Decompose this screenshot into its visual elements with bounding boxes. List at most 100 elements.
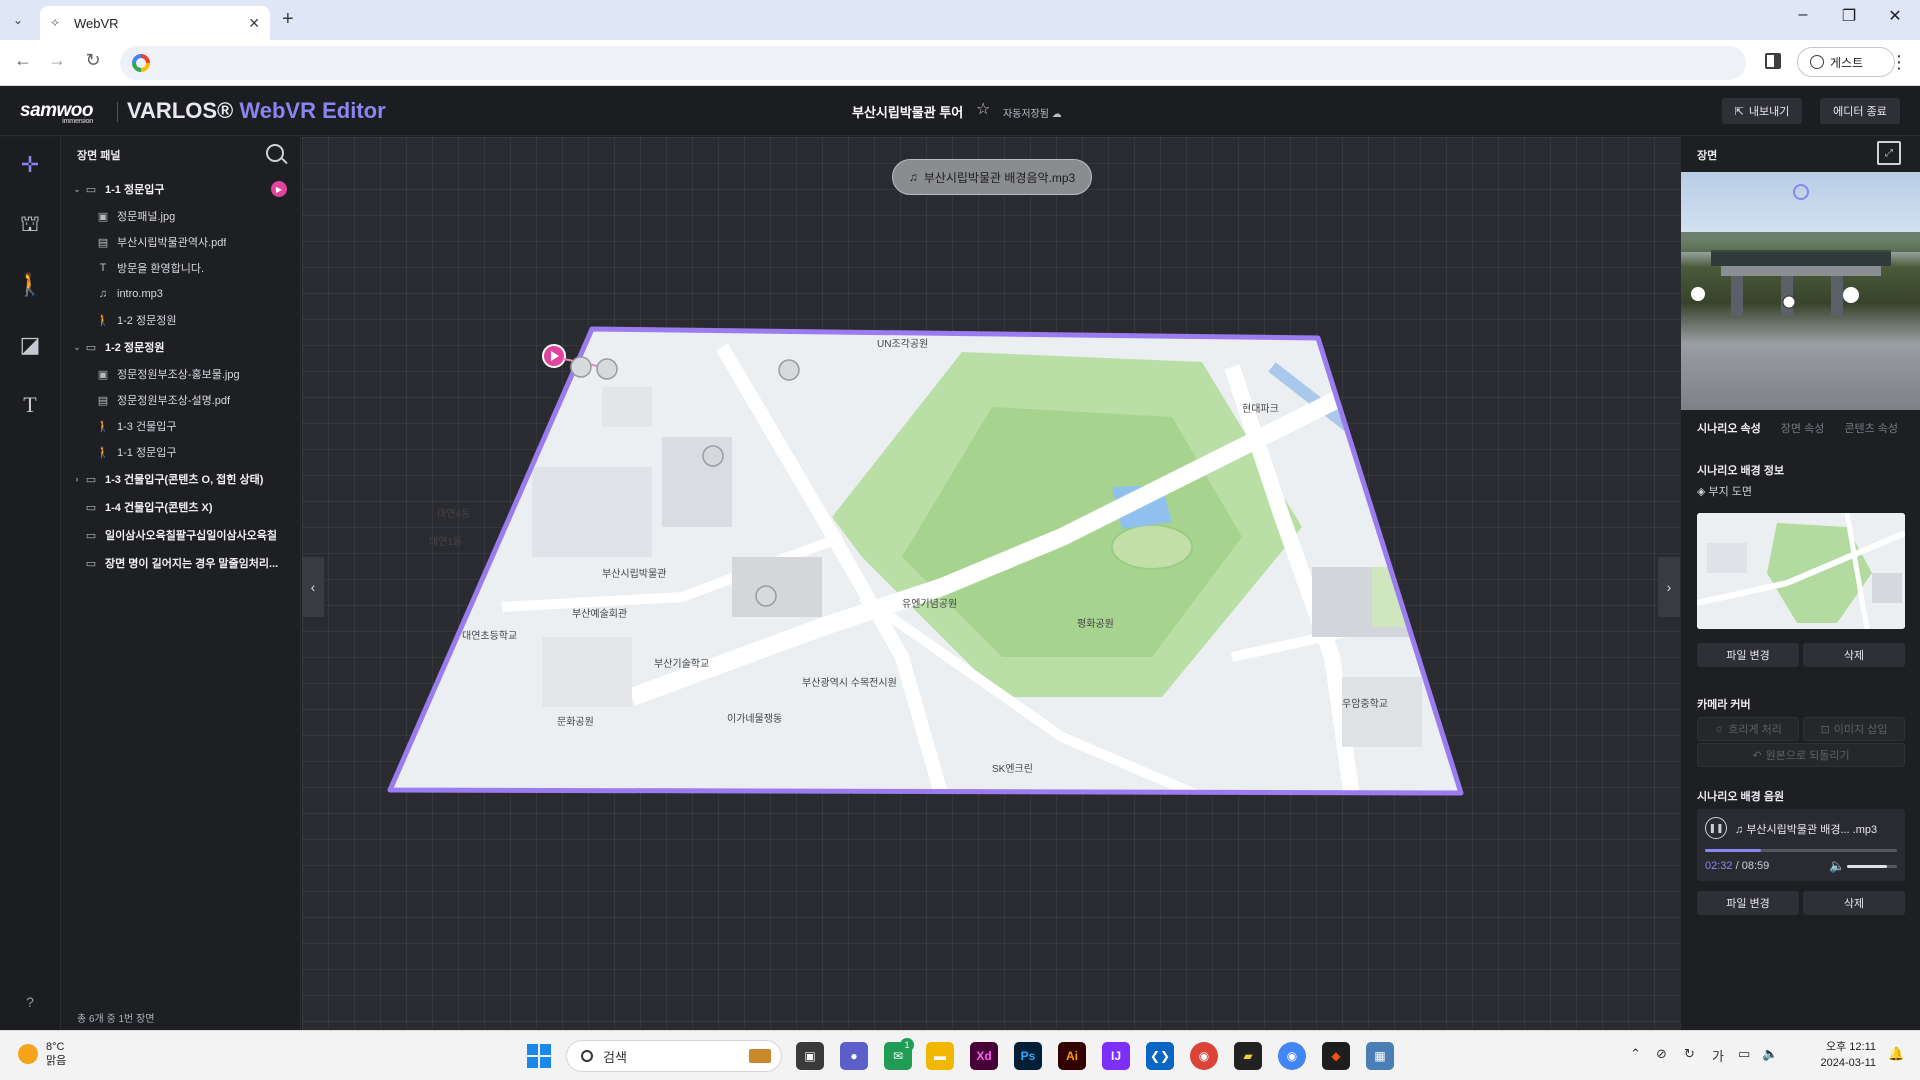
- chevron-icon[interactable]: ⌄: [71, 184, 83, 195]
- tab-search-dropdown[interactable]: ⌄: [6, 8, 30, 32]
- help-icon[interactable]: ?: [20, 994, 40, 1014]
- tab-close-icon[interactable]: ✕: [248, 15, 260, 32]
- scene-node[interactable]: [702, 445, 724, 467]
- hotspot-image-icon[interactable]: [1691, 287, 1705, 301]
- jetbrains-icon[interactable]: IJ: [1102, 1042, 1130, 1070]
- scene-node[interactable]: [778, 359, 800, 381]
- taskbar-search[interactable]: 검색: [566, 1040, 782, 1072]
- site-map-thumbnail[interactable]: [1697, 513, 1905, 629]
- content-row[interactable]: ▤ 정문정원부조상-설명.pdf: [61, 387, 301, 413]
- content-row[interactable]: 🚶 1-1 정문입구: [61, 439, 301, 465]
- forward-icon[interactable]: →: [44, 50, 70, 71]
- content-row[interactable]: ▣ 정문패널.jpg: [61, 203, 301, 229]
- scene-row[interactable]: ▭ 일이삼사오육칠팔구십일이삼사오육칠: [61, 521, 301, 549]
- teams-icon[interactable]: ●: [840, 1042, 868, 1070]
- star-icon[interactable]: ☆: [976, 99, 990, 119]
- note-tool-icon[interactable]: ◪: [10, 325, 50, 365]
- search-icon[interactable]: [266, 144, 284, 162]
- delete-map-button[interactable]: 삭제: [1803, 643, 1905, 667]
- scene-row[interactable]: › ▭ 1-3 건물입구(콘텐츠 O, 접힌 상태): [61, 465, 301, 493]
- notification-bell-icon[interactable]: 🔔: [1888, 1046, 1904, 1062]
- scene-row[interactable]: ⌄ ▭ 1-2 정문정원: [61, 333, 301, 361]
- site-map-plane[interactable]: 대연4동 대연1동 부산시립박물관 유엔기념공원 UN조각공원 평화공원 부산광…: [302, 137, 1680, 1030]
- sticky-notes-icon[interactable]: ▰: [1234, 1042, 1262, 1070]
- volume-icon[interactable]: 🔈: [1829, 858, 1845, 874]
- hotspot-audio-icon[interactable]: [1793, 184, 1809, 200]
- fullscreen-icon[interactable]: ⤢: [1877, 141, 1901, 165]
- walk-tool-icon[interactable]: 🚶: [10, 265, 50, 305]
- scene-node[interactable]: [596, 358, 618, 380]
- file-explorer-icon[interactable]: ▬: [926, 1042, 954, 1070]
- ime-indicator[interactable]: 가: [1712, 1046, 1724, 1065]
- adobe-xd-icon[interactable]: Xd: [970, 1042, 998, 1070]
- vscode-icon[interactable]: ❮❯: [1146, 1042, 1174, 1070]
- delete-audio-button[interactable]: 삭제: [1803, 891, 1905, 915]
- text-tool-icon[interactable]: T: [10, 385, 50, 425]
- change-map-file-button[interactable]: 파일 변경: [1697, 643, 1799, 667]
- system-clock[interactable]: 오후 12:11 2024-03-11: [1816, 1039, 1876, 1071]
- scene-row[interactable]: ▭ 장면 명이 길어지는 경우 말줄임처리...: [61, 549, 301, 577]
- speaker-icon[interactable]: 🔈: [1762, 1046, 1778, 1062]
- export-button[interactable]: ⇱ 내보내기: [1722, 98, 1802, 124]
- content-row[interactable]: ♫ intro.mp3: [61, 281, 301, 307]
- new-tab-button[interactable]: +: [282, 8, 294, 31]
- exit-editor-button[interactable]: 에디터 종료: [1820, 98, 1900, 124]
- address-bar[interactable]: [120, 46, 1746, 80]
- sync-icon[interactable]: ↻: [1684, 1046, 1695, 1062]
- task-view-icon[interactable]: ▣: [796, 1042, 824, 1070]
- project-title[interactable]: 부산시립박물관 투어: [852, 102, 963, 121]
- pause-icon[interactable]: ❚❚: [1705, 817, 1727, 839]
- chevron-icon[interactable]: ›: [71, 474, 83, 484]
- chrome-icon[interactable]: ◉: [1190, 1042, 1218, 1070]
- editor-viewport[interactable]: 대연4동 대연1동 부산시립박물관 유엔기념공원 UN조각공원 평화공원 부산광…: [302, 137, 1680, 1030]
- blur-button[interactable]: ☼ 흐리게 처리: [1697, 717, 1799, 741]
- profile-button[interactable]: 게스트: [1797, 47, 1895, 77]
- tab-scene-props[interactable]: 장면 속성: [1781, 420, 1825, 436]
- start-icon[interactable]: [527, 1044, 551, 1068]
- insert-image-button[interactable]: ⊡ 이미지 삽입: [1803, 717, 1905, 741]
- weather-widget[interactable]: 8°C 맑음: [18, 1040, 66, 1068]
- content-row[interactable]: ▣ 정문정원부조상-홍보물.jpg: [61, 361, 301, 387]
- collapse-right-panel-button[interactable]: ›: [1658, 557, 1680, 617]
- browser-menu-icon[interactable]: ⋮: [1890, 52, 1908, 73]
- tab-scenario-props[interactable]: 시나리오 속성: [1697, 420, 1761, 436]
- content-row[interactable]: 🚶 1-2 정문정원: [61, 307, 301, 333]
- back-icon[interactable]: ←: [10, 50, 36, 71]
- content-row[interactable]: ▤ 부산시립박물관역사.pdf: [61, 229, 301, 255]
- figma-icon[interactable]: ◆: [1322, 1042, 1350, 1070]
- chrome-profile-icon[interactable]: ◉: [1278, 1042, 1306, 1070]
- network-off-icon[interactable]: ⊘: [1656, 1046, 1667, 1062]
- restore-button[interactable]: ❐: [1826, 6, 1872, 26]
- browser-tab-webvr[interactable]: ✧ WebVR ✕: [40, 6, 270, 40]
- webvr-favicon-icon: ✧: [50, 16, 61, 30]
- play-scene-icon[interactable]: ▶: [271, 181, 287, 197]
- scene-row[interactable]: ▭ 1-4 건물입구(콘텐츠 X): [61, 493, 301, 521]
- tab-content-props[interactable]: 콘텐츠 속성: [1844, 420, 1898, 436]
- minimize-button[interactable]: –: [1780, 6, 1826, 24]
- volume-slider[interactable]: [1847, 865, 1897, 868]
- tray-overflow-icon[interactable]: ⌃: [1630, 1046, 1641, 1062]
- scene-360-preview[interactable]: [1681, 172, 1920, 410]
- content-row[interactable]: T 방문을 환영합니다.: [61, 255, 301, 281]
- photoshop-icon[interactable]: Ps: [1014, 1042, 1042, 1070]
- change-audio-file-button[interactable]: 파일 변경: [1697, 891, 1799, 915]
- chevron-icon[interactable]: ⌄: [71, 342, 83, 353]
- collapse-left-panel-button[interactable]: ‹: [302, 557, 324, 617]
- hotspot-walk-icon[interactable]: [1782, 295, 1796, 309]
- move-tool-icon[interactable]: ✛: [10, 145, 50, 185]
- close-window-button[interactable]: ✕: [1872, 6, 1918, 26]
- content-row[interactable]: 🚶 1-3 건물입구: [61, 413, 301, 439]
- side-panel-icon[interactable]: [1765, 53, 1781, 69]
- background-audio-chip[interactable]: ♫ 부산시립박물관 배경음악.mp3: [892, 159, 1092, 195]
- restore-original-button[interactable]: ↶ 원본으로 되돌리기: [1697, 743, 1905, 767]
- scene-row[interactable]: ⌄ ▭ 1-1 정문입구 ▶: [61, 175, 301, 203]
- reload-icon[interactable]: ↻: [80, 50, 106, 71]
- audio-progress-bar[interactable]: [1705, 849, 1897, 852]
- scene-tool-icon[interactable]: ⛫: [10, 205, 50, 245]
- illustrator-icon[interactable]: Ai: [1058, 1042, 1086, 1070]
- calculator-icon[interactable]: ▦: [1366, 1042, 1394, 1070]
- hotspot-text-icon[interactable]: [1843, 287, 1859, 303]
- display-icon[interactable]: ▭: [1738, 1046, 1750, 1062]
- scene-node[interactable]: [570, 356, 592, 378]
- scene-node[interactable]: [755, 585, 777, 607]
